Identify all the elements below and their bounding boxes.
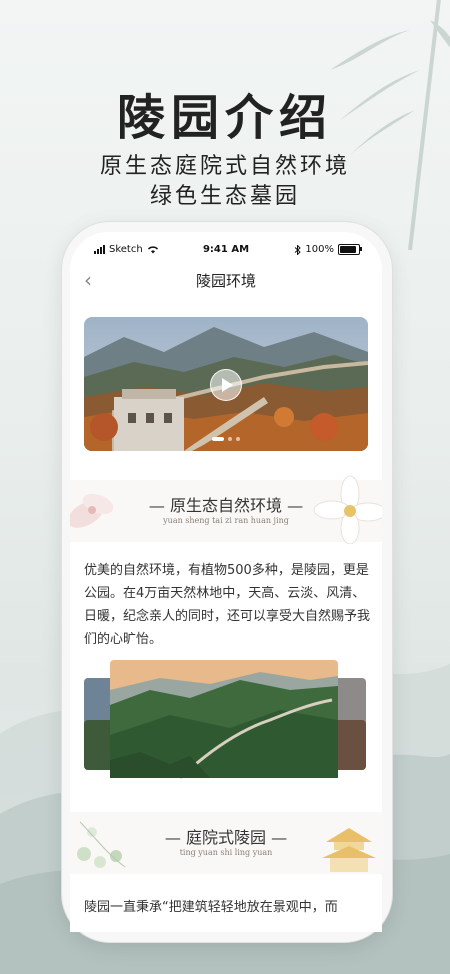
section-header-nature: — 原生态自然环境 — yuan sheng tai zi ran huan j… (70, 475, 382, 544)
section-pinyin: ting yuan shi ling yuan (179, 848, 273, 857)
mountain-wall-image (84, 660, 366, 780)
section-title: — 庭院式陵园 — (164, 828, 288, 847)
hero-subtitle-line2: 绿色生态墓园 (149, 184, 300, 209)
hero-subtitle-line1: 原生态庭院式自然环境 (99, 154, 350, 179)
bluetooth-icon (295, 244, 302, 255)
carousel-dot[interactable] (236, 437, 240, 441)
section-description: 陵园一直秉承“把建筑轻轻地放在景观中，而 (84, 900, 338, 915)
status-bar: Sketch 9:41 AM 100% (70, 242, 382, 260)
section-header-courtyard: — 庭院式陵园 — ting yuan shi ling yuan (70, 812, 382, 874)
play-icon[interactable] (210, 369, 242, 401)
status-right: 100% (294, 244, 362, 255)
battery-icon (338, 244, 362, 255)
phone-screen: Sketch 9:41 AM 100% ‹ 陵园环境 — 原生态自然环境 — y… (70, 232, 382, 932)
page-title: 陵园环境 (195, 272, 256, 290)
carousel-dot[interactable] (212, 437, 224, 441)
hero-title: 陵园介绍 (116, 90, 333, 146)
nav-bar: ‹ 陵园环境 (70, 266, 382, 292)
video-player[interactable] (84, 317, 368, 451)
battery-percent: 100% (305, 244, 334, 255)
section-pinyin: yuan sheng tai zi ran huan jing (163, 516, 289, 525)
image-carousel[interactable] (70, 660, 382, 780)
carousel-indicator (84, 437, 368, 441)
section-title: — 原生态自然环境 — (148, 496, 304, 515)
section-description: 优美的自然环境，有植物500多种，是陵园，更是公园。在4万亩天然林地中，天高、云… (84, 563, 371, 647)
carousel-dot[interactable] (228, 437, 232, 441)
